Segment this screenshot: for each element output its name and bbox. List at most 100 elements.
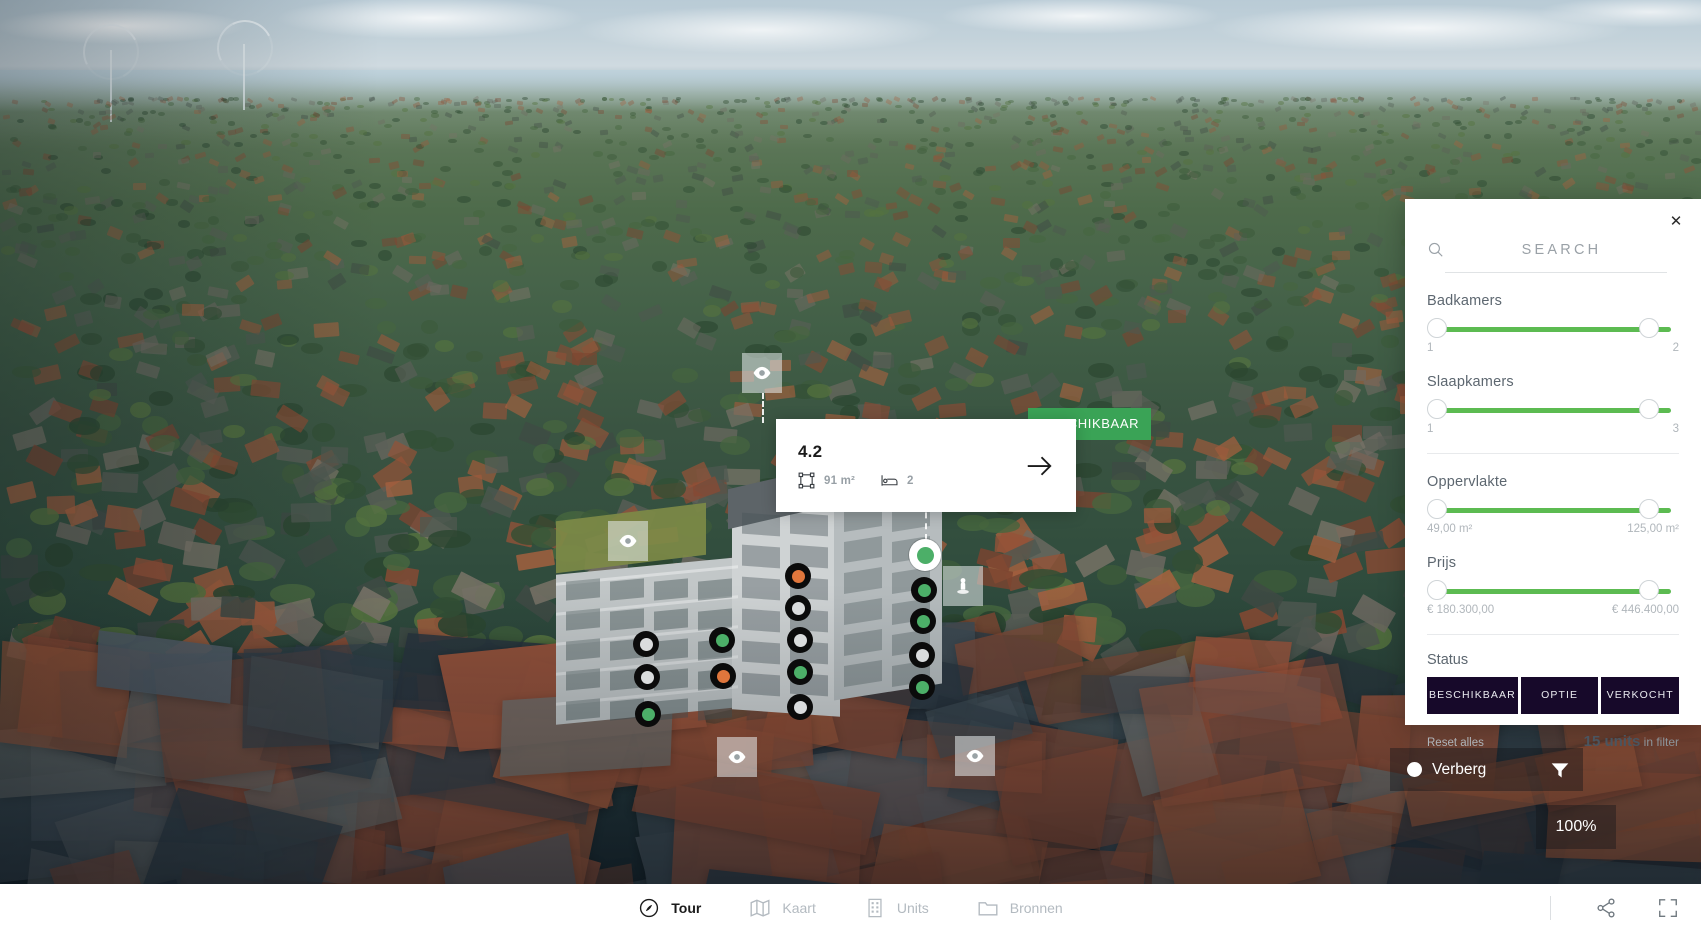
unit-area-value: 91 m² — [824, 474, 856, 487]
building-window — [742, 608, 780, 633]
bottom-nav-item-tour[interactable]: Tour — [638, 897, 701, 919]
unit-pin-status-dot — [715, 633, 729, 647]
unit-pin-status-dot — [917, 583, 931, 597]
status-filter-verkocht[interactable]: VERKOCHT — [1601, 677, 1680, 714]
unit-pin-status-dot — [916, 546, 934, 564]
unit-pin[interactable] — [633, 631, 659, 657]
range-slider[interactable] — [1427, 499, 1679, 521]
unit-pin-status-dot — [641, 707, 655, 721]
unit-pin[interactable] — [787, 627, 813, 653]
bottom-bar: Tour Kaart Units Bronnen — [0, 884, 1701, 932]
viewpoint-hotspot-2[interactable] — [608, 521, 648, 561]
unit-title: 4.2 — [798, 442, 823, 461]
unit-pin-status-dot — [791, 569, 805, 583]
building-window — [742, 576, 780, 601]
status-filter-label: Status — [1427, 652, 1469, 668]
unit-pin[interactable] — [909, 642, 935, 668]
unit-pin-selected[interactable] — [909, 539, 941, 571]
building-window — [790, 512, 828, 537]
status-filter-optie[interactable]: OPTIE — [1520, 677, 1599, 714]
building-window — [566, 608, 600, 631]
search-input[interactable] — [1444, 241, 1679, 258]
unit-pin[interactable] — [785, 595, 811, 621]
filter-groups: Badkamers 1 2 Slaapkamers 1 3 Oppervlakte 49,00… — [1427, 293, 1679, 635]
filter-icon — [1551, 762, 1568, 777]
filter-group-slaapkamers: Slaapkamers 1 3 — [1427, 374, 1679, 454]
slider-range-labels: 13 — [1427, 423, 1679, 435]
slider-knob-min[interactable] — [1427, 399, 1447, 419]
unit-pin-status-dot — [915, 680, 929, 694]
units-count-suffix: in filter — [1643, 735, 1679, 749]
building-window — [654, 638, 688, 661]
slider-knob-min[interactable] — [1427, 499, 1447, 519]
range-slider[interactable] — [1427, 580, 1679, 602]
units-count-number: 15 units — [1583, 733, 1641, 750]
toggle-dot-icon — [1407, 762, 1422, 777]
range-slider[interactable] — [1427, 399, 1679, 421]
unit-pin[interactable] — [787, 694, 813, 720]
building-window — [742, 512, 780, 537]
eye-icon — [752, 363, 772, 383]
slider-fill — [1435, 589, 1671, 594]
building-window — [742, 544, 780, 569]
slider-knob-min[interactable] — [1427, 318, 1447, 338]
range-slider[interactable] — [1427, 318, 1679, 340]
unit-pin[interactable] — [910, 608, 936, 634]
filter-toggle-button[interactable] — [1536, 748, 1583, 791]
unit-pin-status-dot — [916, 614, 930, 628]
building-window — [610, 578, 644, 601]
slider-fill — [1435, 408, 1671, 413]
filter-panel[interactable]: ✕ Badkamers12Slaapkamers13Oppervlakte49,… — [1405, 199, 1701, 750]
slider-max-label: 3 — [1672, 423, 1679, 435]
bottom-nav-item-units[interactable]: Units — [864, 897, 929, 919]
filter-group-prijs: Prijs € 180.300,00 € 446.400,00 — [1427, 555, 1679, 635]
slider-range-labels: € 180.300,00 € 446.400,00 — [1427, 604, 1679, 616]
slider-knob-max[interactable] — [1638, 580, 1659, 600]
building-window — [698, 698, 732, 721]
slider-min-label: 1 — [1427, 342, 1434, 354]
slider-knob-max[interactable] — [1638, 399, 1659, 419]
streetview-hotspot[interactable] — [943, 566, 983, 606]
unit-pin[interactable] — [635, 701, 661, 727]
slider-fill — [1435, 508, 1671, 513]
search-icon — [1428, 242, 1443, 257]
status-filter-beschikbaar[interactable]: BESCHIKBAAR — [1427, 677, 1518, 714]
eye-icon — [618, 531, 638, 551]
close-icon[interactable]: ✕ — [1665, 210, 1687, 232]
unit-pin[interactable] — [909, 674, 935, 700]
viewpoint-hotspot-1[interactable] — [742, 353, 782, 393]
viewpoint-hotspot-4[interactable] — [955, 736, 995, 776]
unit-specs: 91 m² 2 — [798, 472, 1024, 489]
slider-min-label: 1 — [1427, 423, 1434, 435]
fullscreen-icon[interactable] — [1657, 897, 1679, 919]
slider-knob-max[interactable] — [1638, 318, 1659, 338]
share-icon[interactable] — [1595, 897, 1617, 919]
filter-group-label: Prijs — [1427, 555, 1457, 571]
filter-group-label: Slaapkamers — [1427, 374, 1514, 390]
slider-min-label: 49,00 m² — [1427, 523, 1473, 535]
unit-pin[interactable] — [710, 663, 736, 689]
arrow-right-icon[interactable] — [1024, 451, 1054, 481]
slider-knob-max[interactable] — [1638, 499, 1659, 519]
unit-pin[interactable] — [634, 664, 660, 690]
unit-pin-status-dot — [793, 700, 807, 714]
unit-info-card[interactable]: 4.2 91 m² 2 — [776, 419, 1076, 512]
search-underline — [1445, 272, 1667, 273]
unit-pin[interactable] — [911, 577, 937, 603]
unit-pin[interactable] — [709, 627, 735, 653]
building-icon — [864, 897, 886, 919]
unit-pin[interactable] — [785, 563, 811, 589]
zoom-level-indicator[interactable]: 100% — [1536, 805, 1616, 849]
slider-knob-min[interactable] — [1427, 580, 1447, 600]
app-root: BESCHIKBAAR 4.2 91 m² 2 ✕ SEARCH Badkame… — [0, 0, 1701, 932]
bottom-nav-item-kaart[interactable]: Kaart — [749, 897, 816, 919]
bottom-bar-actions — [1550, 884, 1679, 932]
viewpoint-hotspot-3[interactable] — [717, 737, 757, 777]
slider-max-label: 2 — [1672, 342, 1679, 354]
hide-markers-toggle[interactable]: Verberg — [1390, 748, 1536, 791]
pegman-icon — [953, 576, 973, 596]
building-window — [566, 668, 600, 691]
bottom-nav-item-bronnen[interactable]: Bronnen — [977, 897, 1063, 919]
unit-pin[interactable] — [787, 659, 813, 685]
status-filter-buttons: BESCHIKBAAR OPTIE VERKOCHT — [1427, 677, 1680, 714]
